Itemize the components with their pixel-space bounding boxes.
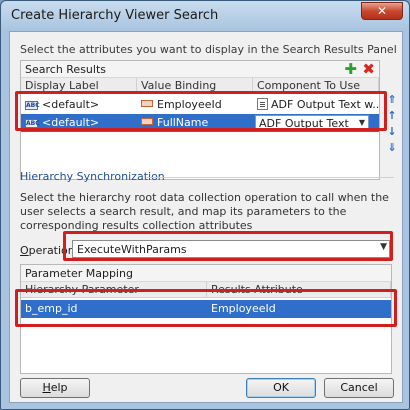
hierarchy-sync-description: Select the hierarchy root data collectio… xyxy=(20,191,389,232)
dialog-window: Create Hierarchy Viewer Search ✕ Select … xyxy=(0,0,410,410)
instruction-text: Select the attributes you want to displa… xyxy=(20,43,397,56)
cancel-button[interactable]: Cancel xyxy=(324,378,394,398)
delete-icon[interactable]: ✖ xyxy=(362,61,375,77)
close-button[interactable]: ✕ xyxy=(361,2,403,20)
section-divider xyxy=(146,177,394,178)
search-results-header: Search Results ✚ ✖ xyxy=(21,61,379,78)
title-bar: Create Hierarchy Viewer Search ✕ xyxy=(1,1,409,31)
highlight-box xyxy=(15,91,387,131)
ok-button[interactable]: OK xyxy=(246,378,316,398)
dialog-title: Create Hierarchy Viewer Search xyxy=(11,8,219,23)
move-top-icon[interactable]: ⇑ xyxy=(386,94,398,107)
add-icon[interactable]: ✚ xyxy=(344,61,357,77)
reorder-buttons: ⇑ ↑ ↓ ⇓ xyxy=(386,94,400,158)
move-down-icon[interactable]: ↓ xyxy=(386,126,398,139)
dialog-client-area: Select the attributes you want to displa… xyxy=(9,31,403,403)
move-bottom-icon[interactable]: ⇓ xyxy=(386,142,398,155)
move-up-icon[interactable]: ↑ xyxy=(386,110,398,123)
help-button[interactable]: Help xyxy=(20,378,90,398)
highlight-box xyxy=(63,231,393,261)
highlight-box xyxy=(15,289,397,327)
search-results-title: Search Results xyxy=(25,63,107,76)
section-title-hierarchy-sync: Hierarchy Synchronization xyxy=(20,170,165,183)
parameter-mapping-header: Parameter Mapping xyxy=(21,265,391,282)
